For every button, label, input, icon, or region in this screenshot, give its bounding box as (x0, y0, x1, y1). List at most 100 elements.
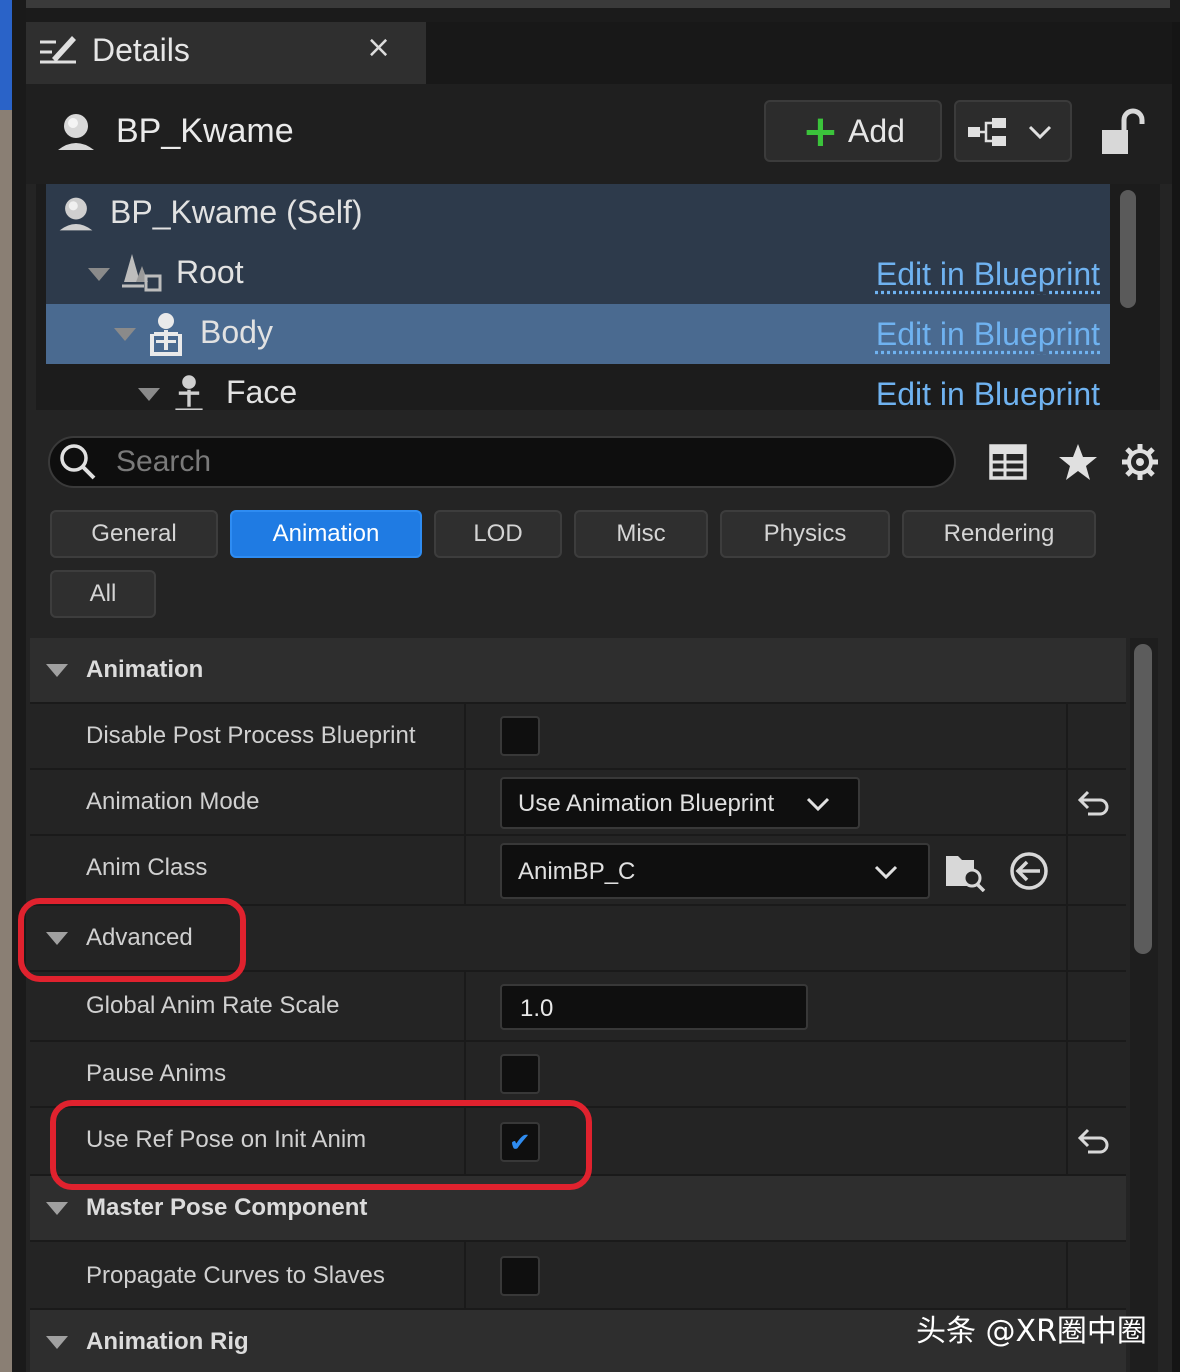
property-label: Pause Anims (86, 1060, 227, 1087)
chevron-down-icon (806, 797, 830, 812)
tree-label: Body (200, 314, 273, 350)
actor-header: BP_Kwame + Add (26, 84, 1172, 184)
category-lod[interactable]: LOD (434, 510, 562, 558)
unlock-icon[interactable] (1098, 108, 1146, 158)
tree-row-self[interactable]: BP_Kwame (Self) (46, 184, 1110, 244)
edit-in-blueprint-link[interactable]: Edit in Blueprint (876, 316, 1100, 353)
property-row: Pause Anims (30, 1042, 1126, 1108)
tree-row-face[interactable]: Face Edit in Blueprint (46, 364, 1110, 410)
property-label: Animation Mode (86, 788, 260, 815)
category-animation[interactable]: Animation (230, 510, 422, 558)
name-cell: Anim Class (30, 836, 466, 906)
reset-to-default-icon[interactable] (1074, 1126, 1110, 1156)
expand-arrow-icon[interactable] (138, 388, 160, 401)
use-selected-asset-icon[interactable] (1008, 850, 1050, 892)
viewport-gap (12, 0, 26, 1372)
gear-icon[interactable] (1120, 442, 1160, 482)
scene-component-icon (122, 254, 162, 292)
expand-arrow-icon[interactable] (88, 268, 110, 281)
chevron-down-icon (874, 865, 898, 880)
category-general[interactable]: General (50, 510, 218, 558)
reset-cell (1066, 972, 1126, 1042)
star-icon[interactable] (1058, 442, 1098, 482)
blueprint-options-button[interactable] (954, 100, 1072, 162)
field-value: 1.0 (520, 995, 554, 1022)
reset-cell (1066, 1042, 1126, 1108)
collapse-arrow-icon[interactable] (46, 664, 68, 677)
actor-name: BP_Kwame (116, 112, 294, 150)
section-animation[interactable]: Animation (30, 638, 1126, 704)
propagate-curves-checkbox[interactable] (500, 1256, 540, 1296)
property-row: Animation Mode Use Animation Blueprint (30, 770, 1126, 836)
property-grid: Animation Disable Post Process Blueprint… (30, 638, 1126, 1372)
tree-scrollbar[interactable] (1120, 190, 1136, 308)
collapse-arrow-icon[interactable] (46, 1336, 68, 1349)
tree-label: Face (226, 374, 298, 410)
name-cell: Animation Mode (30, 770, 466, 836)
reset-cell (1066, 906, 1126, 972)
top-border-line (26, 0, 1170, 8)
viewport-edge-blue (0, 0, 12, 110)
reset-cell (1066, 704, 1126, 770)
viewport-edge (0, 0, 26, 1372)
search-icon (60, 444, 96, 480)
collapse-arrow-icon[interactable] (46, 1202, 68, 1215)
component-tree: BP_Kwame (Self) Root Edit in Blueprint B… (36, 184, 1160, 410)
property-row: Propagate Curves to Slaves (30, 1242, 1126, 1310)
section-label: Master Pose Component (86, 1194, 368, 1221)
search-bar[interactable] (48, 436, 956, 488)
category-misc[interactable]: Misc (574, 510, 708, 558)
tree-row-body[interactable]: Body Edit in Blueprint (46, 304, 1110, 364)
details-tab[interactable]: Details × (26, 22, 426, 84)
actor-icon (58, 114, 94, 150)
animation-mode-dropdown[interactable]: Use Animation Blueprint (500, 777, 860, 829)
tree-row-root[interactable]: Root Edit in Blueprint (46, 244, 1110, 304)
close-icon[interactable]: × (366, 30, 391, 65)
highlight-use-ref-pose (50, 1100, 592, 1190)
property-label: Propagate Curves to Slaves (86, 1262, 385, 1289)
edit-in-blueprint-link[interactable]: Edit in Blueprint (876, 376, 1100, 410)
tree-label: BP_Kwame (Self) (110, 194, 363, 230)
table-view-icon[interactable] (988, 442, 1028, 482)
top-border (26, 0, 1180, 22)
name-cell: Propagate Curves to Slaves (30, 1242, 466, 1310)
add-label: Add (848, 113, 905, 149)
anim-class-dropdown[interactable]: AnimBP_C (500, 843, 930, 899)
reset-cell (1066, 1242, 1126, 1310)
search-input[interactable] (116, 442, 916, 482)
property-label: Global Anim Rate Scale (86, 992, 340, 1019)
tree-label: Root (176, 254, 244, 290)
tab-strip (426, 22, 1172, 84)
hierarchy-icon (968, 118, 1006, 146)
section-label: Animation Rig (86, 1328, 249, 1355)
expand-arrow-icon[interactable] (114, 328, 136, 341)
name-cell: Disable Post Process Blueprint (30, 704, 466, 770)
reset-to-default-icon[interactable] (1074, 788, 1110, 818)
property-row: Disable Post Process Blueprint (30, 704, 1126, 770)
property-label: Anim Class (86, 854, 208, 881)
disable-post-process-checkbox[interactable] (500, 716, 540, 756)
section-label: Animation (86, 656, 204, 683)
dropdown-value: AnimBP_C (518, 858, 636, 885)
property-row: Anim Class AnimBP_C (30, 836, 1126, 906)
name-cell: Global Anim Rate Scale (30, 972, 466, 1042)
highlight-advanced (18, 898, 246, 982)
property-scrollbar-thumb[interactable] (1134, 644, 1152, 954)
category-physics[interactable]: Physics (720, 510, 890, 558)
add-component-button[interactable]: + Add (764, 100, 942, 162)
plus-icon: + (802, 106, 839, 157)
chevron-down-icon (1028, 125, 1052, 140)
actor-icon (59, 197, 93, 231)
reset-cell (1066, 836, 1126, 906)
tab-title: Details (92, 32, 190, 68)
category-rendering[interactable]: Rendering (902, 510, 1096, 558)
pause-anims-checkbox[interactable] (500, 1054, 540, 1094)
property-row: Global Anim Rate Scale 1.0 (30, 972, 1126, 1042)
category-all[interactable]: All (50, 570, 156, 618)
edit-in-blueprint-link[interactable]: Edit in Blueprint (876, 256, 1100, 293)
browse-asset-icon[interactable] (944, 850, 986, 892)
details-pencil-icon (40, 36, 76, 64)
watermark: 头条 @XR圈中圈 (916, 1314, 1147, 1349)
global-anim-rate-field[interactable]: 1.0 (500, 984, 808, 1030)
property-label: Disable Post Process Blueprint (86, 722, 416, 749)
